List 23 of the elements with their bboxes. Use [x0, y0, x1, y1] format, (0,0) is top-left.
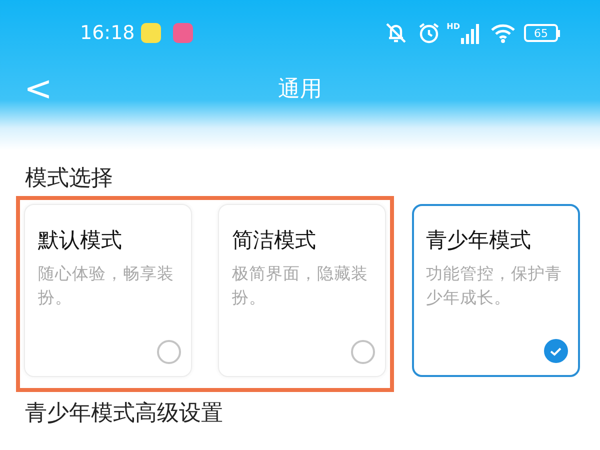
mode-card[interactable]: 简洁模式 极简界面，隐藏装扮。: [218, 204, 386, 377]
mode-title: 简洁模式: [232, 227, 317, 254]
mode-description: 功能管控，保护青少年成长。: [426, 263, 563, 309]
mode-card[interactable]: 默认模式 随心体验，畅享装扮。: [24, 204, 192, 377]
check-icon[interactable]: [544, 339, 568, 363]
battery-icon: 65: [524, 24, 560, 42]
section-title: 模式选择: [25, 165, 114, 193]
network-label: HD: [446, 21, 460, 33]
mode-card[interactable]: 青少年模式 功能管控，保护青少年成长。: [412, 204, 580, 377]
radio-button[interactable]: [157, 340, 181, 364]
mode-description: 随心体验，畅享装扮。: [38, 263, 175, 309]
section-title: 青少年模式高级设置: [25, 400, 224, 428]
status-time: 16:18: [80, 20, 135, 46]
app-icon: [172, 23, 193, 43]
mode-title: 默认模式: [38, 227, 123, 254]
app-icon: [140, 23, 161, 43]
alarm-icon: [416, 21, 441, 45]
radio-button[interactable]: [351, 340, 375, 364]
page-title: 通用: [278, 76, 322, 104]
wifi-icon: [490, 22, 516, 44]
mode-description: 极简界面，隐藏装扮。: [232, 263, 369, 309]
signal-icon: [460, 22, 482, 44]
mode-title: 青少年模式: [426, 227, 532, 254]
